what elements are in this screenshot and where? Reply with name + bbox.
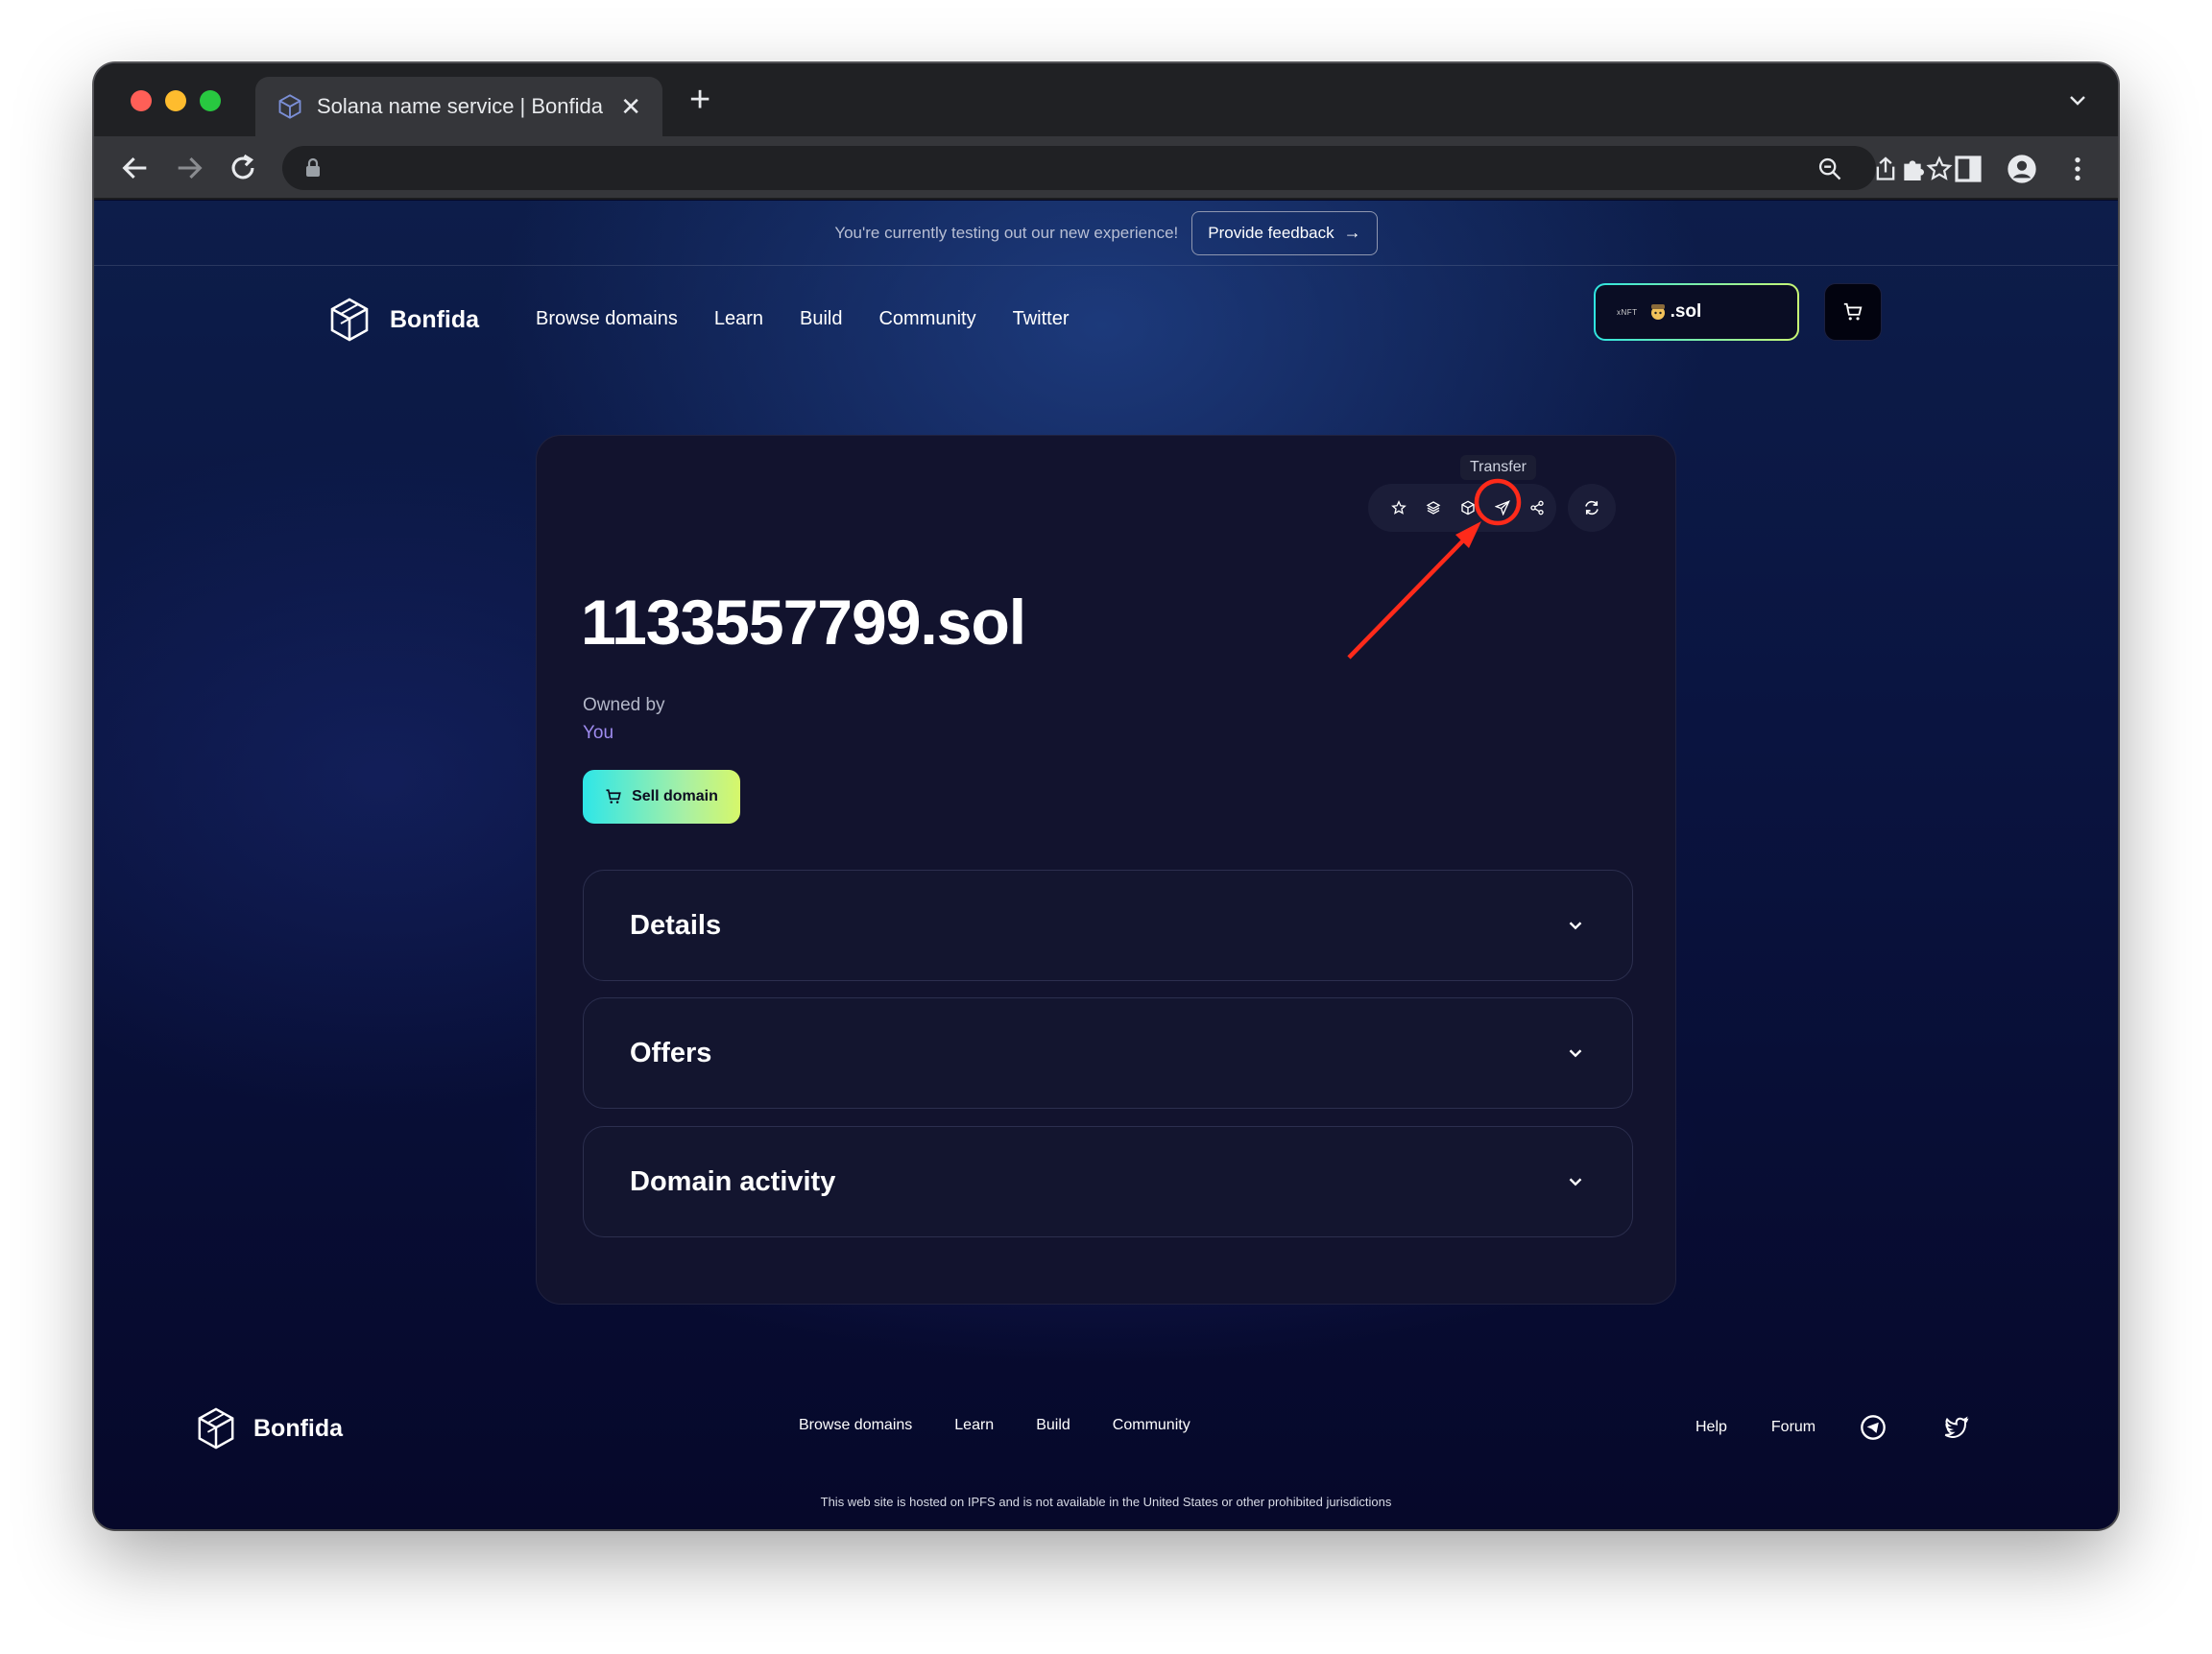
page-content: You're currently testing out our new exp…	[94, 201, 2118, 1529]
browser-menu-icon[interactable]	[2062, 154, 2093, 184]
tab-search-chevron-icon[interactable]	[2066, 88, 2089, 111]
brand-name: Bonfida	[390, 305, 480, 333]
nav-browse-domains[interactable]: Browse domains	[536, 308, 678, 330]
arrow-right-icon: →	[1343, 223, 1361, 242]
browser-window: Solana name service | Bonfida ✕ + You're…	[94, 63, 2118, 1529]
footer-help[interactable]: Help	[1695, 1419, 1727, 1436]
wallet-button[interactable]: xNFT .sol	[1594, 283, 1799, 341]
nav-learn[interactable]: Learn	[714, 308, 763, 330]
nav-twitter[interactable]: Twitter	[1013, 308, 1070, 330]
wallet-avatar-icon	[1650, 304, 1665, 320]
site-header: Bonfida Browse domains Learn Build Commu…	[94, 266, 2118, 379]
refresh-icon	[1585, 500, 1599, 515]
back-arrow-icon[interactable]	[119, 152, 152, 184]
cube-icon	[1461, 500, 1475, 515]
bookmark-star-icon[interactable]	[1926, 156, 1953, 182]
cart-icon	[606, 789, 621, 803]
send-paper-plane-icon	[1495, 500, 1510, 515]
extensions-puzzle-icon[interactable]	[1899, 154, 1930, 184]
minimize-window-button[interactable]	[165, 90, 186, 111]
footer-brand-name: Bonfida	[253, 1414, 344, 1442]
wrap-nft-button[interactable]	[1451, 491, 1485, 525]
footer-forum[interactable]: Forum	[1771, 1419, 1815, 1436]
favorite-button[interactable]	[1382, 491, 1416, 525]
telegram-icon[interactable]	[1860, 1414, 1887, 1441]
domain-action-bar	[1368, 484, 1556, 532]
header-logo[interactable]: Bonfida	[328, 297, 479, 343]
maximize-window-button[interactable]	[200, 90, 221, 111]
close-window-button[interactable]	[131, 90, 152, 111]
bonfida-logo-icon	[198, 1407, 234, 1450]
browser-tab[interactable]: Solana name service | Bonfida ✕	[255, 77, 662, 136]
owner-link[interactable]: You	[583, 723, 613, 744]
offers-title: Offers	[630, 1037, 712, 1068]
details-accordion[interactable]: Details	[583, 870, 1633, 981]
twitter-icon[interactable]	[1942, 1414, 1969, 1441]
tab-close-icon[interactable]: ✕	[620, 92, 641, 122]
nav-community[interactable]: Community	[878, 308, 975, 330]
lock-icon[interactable]	[303, 157, 323, 179]
feedback-label: Provide feedback	[1208, 223, 1334, 242]
transfer-tooltip: Transfer	[1460, 455, 1536, 480]
sell-domain-label: Sell domain	[632, 788, 718, 804]
main-nav: Browse domains Learn Build Community Twi…	[536, 308, 1106, 330]
browser-toolbar	[94, 136, 2118, 200]
footer-build[interactable]: Build	[1036, 1417, 1070, 1434]
cart-button[interactable]	[1824, 283, 1882, 341]
profile-avatar-icon[interactable]	[2007, 154, 2037, 184]
share-nodes-icon	[1530, 500, 1544, 515]
chevron-down-icon	[1569, 1178, 1582, 1187]
subdomains-button[interactable]	[1416, 491, 1451, 525]
beta-banner: You're currently testing out our new exp…	[94, 201, 2118, 266]
owned-by-label: Owned by	[583, 695, 665, 715]
site-footer: Bonfida Browse domains Learn Build Commu…	[94, 1353, 2118, 1529]
offers-accordion[interactable]: Offers	[583, 997, 1633, 1109]
domain-activity-title: Domain activity	[630, 1165, 836, 1197]
footer-disclaimer: This web site is hosted on IPFS and is n…	[820, 1495, 1392, 1509]
banner-text: You're currently testing out our new exp…	[834, 223, 1179, 242]
wallet-domain-name: .sol	[1670, 301, 1702, 322]
share-button[interactable]	[1520, 491, 1554, 525]
domain-card: Transfer 1133557799.sol Owned by You Sel…	[536, 435, 1676, 1305]
sell-domain-button[interactable]: Sell domain	[583, 770, 740, 824]
footer-learn[interactable]: Learn	[954, 1417, 994, 1434]
footer-logo[interactable]: Bonfida	[196, 1406, 343, 1450]
domain-activity-accordion[interactable]: Domain activity	[583, 1126, 1633, 1237]
domain-name-title: 1133557799.sol	[581, 587, 1026, 658]
footer-community[interactable]: Community	[1113, 1417, 1190, 1434]
footer-browse-domains[interactable]: Browse domains	[799, 1417, 912, 1434]
xnft-badge: xNFT	[1617, 307, 1638, 317]
chevron-down-icon	[1569, 922, 1582, 930]
share-icon[interactable]	[1872, 156, 1899, 182]
chevron-down-icon	[1569, 1049, 1582, 1058]
tab-title: Solana name service | Bonfida	[317, 94, 603, 118]
provide-feedback-button[interactable]: Provide feedback →	[1191, 210, 1378, 255]
refresh-button[interactable]	[1568, 484, 1616, 532]
layers-icon	[1426, 501, 1441, 515]
footer-nav: Browse domains Learn Build Community	[799, 1417, 1233, 1434]
new-tab-button[interactable]: +	[689, 81, 710, 119]
details-title: Details	[630, 909, 722, 941]
zoom-out-icon[interactable]	[1816, 156, 1843, 182]
reload-icon[interactable]	[227, 152, 259, 184]
bonfida-logo-icon	[330, 298, 369, 342]
cart-icon	[1843, 302, 1863, 321]
address-bar[interactable]	[282, 146, 1953, 190]
tab-bar: Solana name service | Bonfida ✕ +	[94, 63, 2118, 136]
forward-arrow-icon[interactable]	[173, 152, 205, 184]
bonfida-favicon-icon	[278, 94, 301, 119]
side-panel-icon[interactable]	[1953, 154, 1984, 184]
footer-right: Help Forum	[1695, 1414, 2025, 1441]
star-icon	[1391, 500, 1407, 515]
transfer-button[interactable]	[1485, 491, 1520, 525]
nav-build[interactable]: Build	[800, 308, 842, 330]
